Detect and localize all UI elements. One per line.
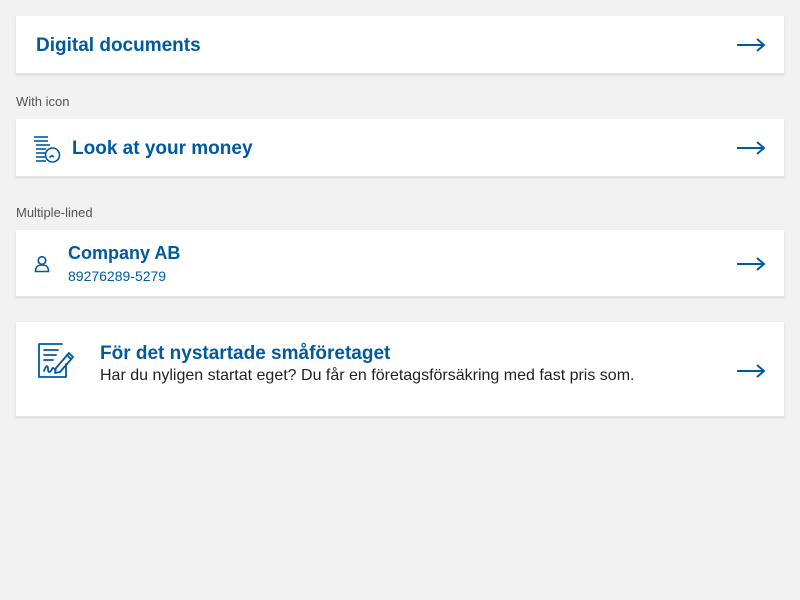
card-subtitle: 89276289-5279 xyxy=(68,268,167,284)
arrow-right-icon xyxy=(736,141,766,155)
signed-document-icon xyxy=(36,340,76,380)
arrow-right-icon xyxy=(736,257,766,271)
card-company-ab[interactable]: Company AB 89276289-5279 xyxy=(16,230,784,297)
caption-with-icon: With icon xyxy=(16,94,70,109)
card-smaforetaget[interactable]: För det nystartade småföretaget Har du n… xyxy=(16,322,784,417)
coins-icon xyxy=(32,134,62,164)
card-description: Har du nyligen startat eget? Du får en f… xyxy=(100,367,635,384)
card-title: Company AB xyxy=(68,243,181,263)
page: Digital documents With icon Look at your… xyxy=(0,0,800,600)
card-title: Look at your money xyxy=(72,138,253,159)
card-digital-documents[interactable]: Digital documents xyxy=(16,16,784,74)
caption-multiple-lined: Multiple-lined xyxy=(16,205,93,220)
arrow-right-icon xyxy=(736,364,766,378)
person-icon xyxy=(33,255,51,273)
arrow-right-icon xyxy=(736,38,766,52)
card-title: För det nystartade småföretaget xyxy=(100,343,391,364)
card-look-at-your-money[interactable]: Look at your money xyxy=(16,119,784,177)
card-title: Digital documents xyxy=(36,35,201,56)
